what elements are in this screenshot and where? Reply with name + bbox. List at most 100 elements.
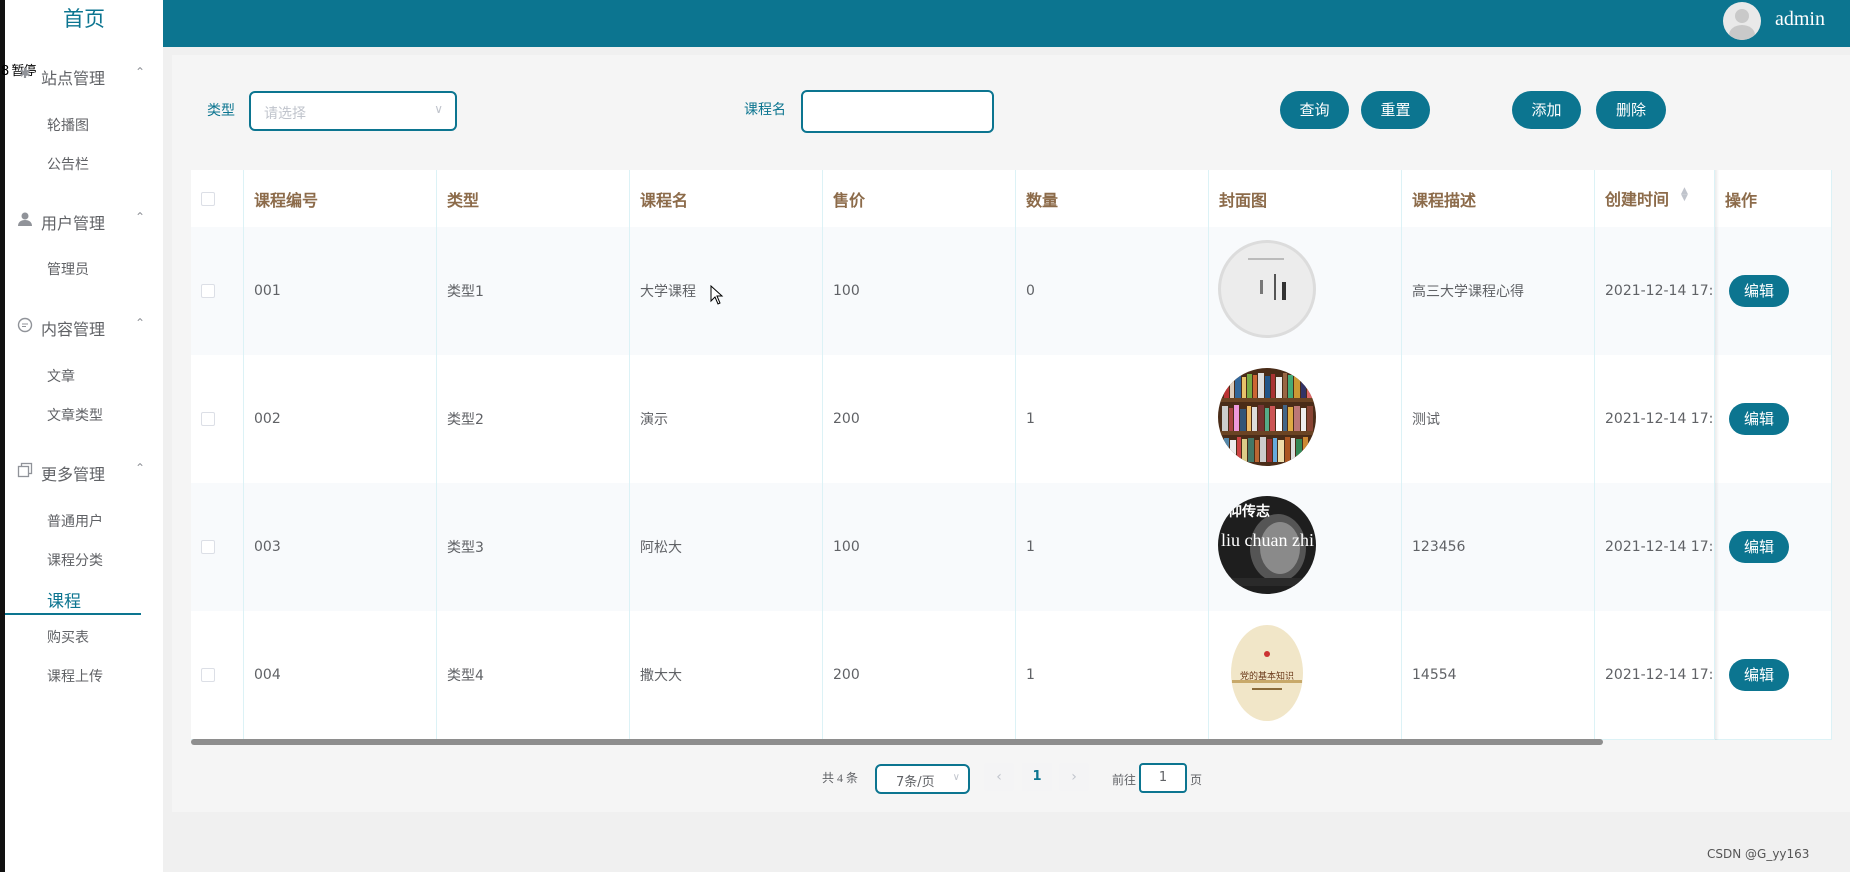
table-row: 003 类型3 阿松大 100 1 仰传志 liu chuan zhi 1234… <box>191 483 1832 612</box>
active-underline <box>5 613 141 615</box>
edit-button[interactable]: 编辑 <box>1729 403 1789 435</box>
sidebar-item-notice[interactable]: 公告栏 <box>47 154 89 174</box>
edit-button[interactable]: 编辑 <box>1729 275 1789 307</box>
page-size-value: 7条/页 <box>896 775 935 790</box>
sort-icon[interactable]: ▲ ▼ <box>1681 187 1688 203</box>
course-name-input[interactable] <box>801 90 994 133</box>
sidebar-group-more[interactable]: 更多管理 ⌃ <box>5 451 163 491</box>
course-table: 课程编号 类型 课程名 售价 数量 封面图 课程描述 创建时间 ▲ ▼ 操作 00… <box>191 170 1832 740</box>
svg-text:liu chuan zhi: liu chuan zhi <box>1221 530 1314 550</box>
cell-actions: 编辑 <box>1715 611 1832 739</box>
horizontal-scrollbar[interactable] <box>191 739 1603 745</box>
prev-page-button[interactable]: ‹ <box>984 763 1014 791</box>
goto-suffix: 页 <box>1190 773 1203 787</box>
username[interactable]: admin <box>1775 8 1825 31</box>
type-select-placeholder: 请选择 <box>264 106 306 122</box>
cell-quantity: 1 <box>1016 355 1209 483</box>
top-bar <box>163 0 1850 47</box>
edit-button[interactable]: 编辑 <box>1729 659 1789 691</box>
add-button[interactable]: 添加 <box>1512 91 1581 129</box>
chevron-up-icon: ⌃ <box>134 461 145 475</box>
cell-id: 003 <box>244 483 437 611</box>
row-select-cell <box>191 611 244 739</box>
pagination-total: 共 4 条 <box>822 771 859 785</box>
sidebar-item-common-user[interactable]: 普通用户 <box>47 511 103 531</box>
sidebar-group-label: 更多管理 <box>41 465 106 484</box>
cover-image[interactable]: 仰传志 liu chuan zhi <box>1218 496 1316 594</box>
cell-id: 004 <box>244 611 437 739</box>
sidebar-item-article-type[interactable]: 文章类型 <box>47 405 103 425</box>
goto-page-input[interactable]: 1 <box>1139 763 1187 793</box>
sidebar-item-admin[interactable]: 管理员 <box>47 259 89 279</box>
user-avatar[interactable] <box>1723 2 1761 40</box>
site-icon: ✱ <box>19 66 31 82</box>
sidebar-group-label: 用户管理 <box>41 214 106 233</box>
sidebar-item-purchase[interactable]: 购买表 <box>47 627 89 647</box>
table-row: 002 类型2 演示 200 1 测试 2021-12-14 17: 编辑 <box>191 355 1832 484</box>
sidebar-item-course-category[interactable]: 课程分类 <box>47 550 103 570</box>
type-select[interactable]: 请选择 ∨ <box>249 91 457 131</box>
cell-price: 100 <box>823 483 1016 611</box>
sidebar-item-course[interactable]: 课程 <box>47 587 81 612</box>
chevron-down-icon: ∨ <box>434 102 443 116</box>
cell-price: 100 <box>823 227 1016 355</box>
row-checkbox[interactable] <box>201 668 215 682</box>
cover-image[interactable] <box>1218 368 1316 466</box>
row-checkbox[interactable] <box>201 284 215 298</box>
cell-price: 200 <box>823 355 1016 483</box>
edit-button[interactable]: 编辑 <box>1729 531 1789 563</box>
chevron-up-icon: ⌃ <box>134 210 145 224</box>
cell-actions: 编辑 <box>1715 483 1832 611</box>
next-page-button[interactable]: › <box>1059 763 1089 791</box>
page-number-current[interactable]: 1 <box>1022 763 1052 791</box>
column-header: 课程描述 <box>1402 170 1595 227</box>
table-row: 001 类型1 大学课程 100 0 高三大学课程心得 2021-12-14 1… <box>191 227 1832 356</box>
cell-cover: 党的基本知识 <box>1209 611 1402 739</box>
reset-button[interactable]: 重置 <box>1361 91 1430 129</box>
column-header-created-time[interactable]: 创建时间 ▲ ▼ <box>1595 170 1715 227</box>
column-header: 封面图 <box>1209 170 1402 227</box>
cell-name: 撒大大 <box>630 611 823 739</box>
cell-description: 高三大学课程心得 <box>1402 227 1595 355</box>
sidebar-home[interactable]: 首页 <box>5 0 163 38</box>
svg-text:仰传志: 仰传志 <box>1228 503 1270 520</box>
cell-id: 001 <box>244 227 437 355</box>
sidebar-item-carousel[interactable]: 轮播图 <box>47 115 89 135</box>
sidebar-group-label: 内容管理 <box>41 320 106 339</box>
cell-actions: 编辑 <box>1715 355 1832 483</box>
cell-description: 测试 <box>1402 355 1595 483</box>
sidebar-group-user[interactable]: 用户管理 ⌃ <box>5 200 163 240</box>
sidebar-group-site[interactable]: ✱ 站点管理 ⌃ <box>5 55 163 95</box>
column-header: 数量 <box>1016 170 1209 227</box>
cell-cover: 仰传志 liu chuan zhi <box>1209 483 1402 611</box>
select-all-checkbox[interactable] <box>201 191 215 206</box>
row-checkbox[interactable] <box>201 540 215 554</box>
cover-image[interactable]: 党的基本知识 <box>1218 624 1316 722</box>
cell-quantity: 1 <box>1016 611 1209 739</box>
cell-price: 200 <box>823 611 1016 739</box>
cell-type: 类型2 <box>437 355 630 483</box>
cover-image[interactable] <box>1218 240 1316 338</box>
sidebar-group-content[interactable]: 内容管理 ⌃ <box>5 306 163 346</box>
column-header: 课程名 <box>630 170 823 227</box>
delete-button[interactable]: 删除 <box>1596 91 1666 129</box>
column-header: 售价 <box>823 170 1016 227</box>
cell-created-time: 2021-12-14 17: <box>1595 227 1715 355</box>
page-size-select[interactable]: 7条/页 ∨ <box>875 764 970 794</box>
watermark: CSDN @G_yy163 <box>1707 847 1810 861</box>
copy-icon <box>17 462 33 478</box>
table-row: 004 类型4 撒大大 200 1 党的基本知识 14554 2021-12-1… <box>191 611 1832 740</box>
cell-description: 14554 <box>1402 611 1595 739</box>
query-button[interactable]: 查询 <box>1280 91 1349 129</box>
column-header: 类型 <box>437 170 630 227</box>
cell-created-time: 2021-12-14 17: <box>1595 611 1715 739</box>
cell-cover <box>1209 227 1402 355</box>
cell-type: 类型3 <box>437 483 630 611</box>
row-checkbox[interactable] <box>201 412 215 426</box>
chevron-down-icon: ∨ <box>952 772 960 783</box>
chevron-up-icon: ⌃ <box>134 316 145 330</box>
sidebar-item-course-upload[interactable]: 课程上传 <box>47 666 103 686</box>
sidebar-item-article[interactable]: 文章 <box>47 366 75 386</box>
course-name-label: 课程名 <box>744 103 786 118</box>
cell-type: 类型4 <box>437 611 630 739</box>
